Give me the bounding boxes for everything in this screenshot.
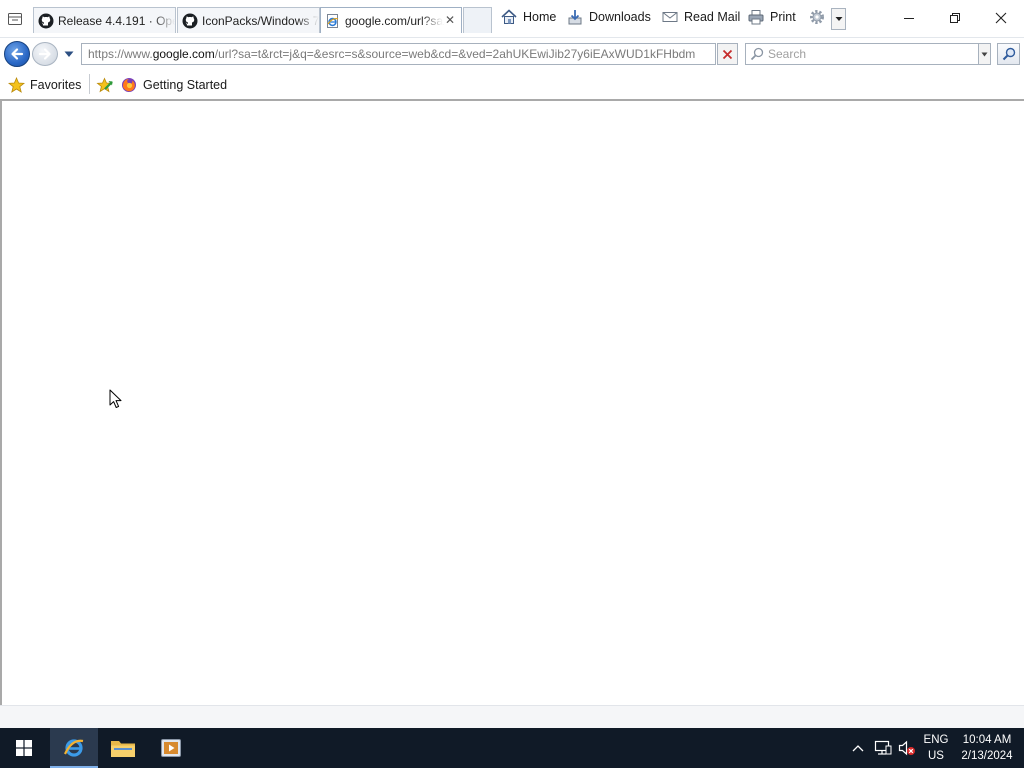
tab-fade bbox=[153, 8, 175, 33]
firefox-icon bbox=[120, 76, 138, 94]
read-mail-label: Read Mail bbox=[684, 10, 741, 24]
favorites-bar: Favorites Getting Started bbox=[0, 70, 1024, 99]
downloads-label: Downloads bbox=[589, 10, 651, 24]
volume-tray-button[interactable] bbox=[896, 738, 918, 758]
close-window-button[interactable] bbox=[978, 0, 1024, 36]
taskbar-internet-explorer[interactable] bbox=[50, 728, 98, 768]
volume-muted-icon bbox=[898, 740, 915, 756]
internet-explorer-icon bbox=[64, 739, 84, 757]
page-content[interactable] bbox=[0, 99, 1024, 705]
stop-button[interactable] bbox=[717, 43, 738, 65]
windows-logo-icon bbox=[16, 740, 32, 756]
title-bar: Release 4.4.191 · Open IconPacks/Windows… bbox=[0, 0, 1024, 37]
print-label: Print bbox=[770, 10, 796, 24]
new-tab-button[interactable] bbox=[463, 7, 492, 33]
chevron-down-icon bbox=[64, 51, 74, 57]
downloads-button[interactable]: Downloads bbox=[566, 6, 651, 28]
navigation-bar: https://www. google.com/url?sa=t&rct=j&q=… bbox=[0, 37, 1024, 70]
add-favorite-icon bbox=[96, 76, 114, 94]
tab-fade bbox=[297, 8, 319, 33]
network-tray-button[interactable] bbox=[872, 738, 894, 758]
chevron-down-icon bbox=[981, 52, 988, 56]
start-button[interactable] bbox=[0, 728, 48, 768]
favorites-button[interactable]: Favorites bbox=[7, 75, 81, 95]
clock-time: 10:04 AM bbox=[962, 734, 1012, 746]
magnifier-icon bbox=[1002, 47, 1015, 61]
mouse-cursor-icon bbox=[109, 389, 122, 408]
chevron-up-icon bbox=[852, 745, 864, 752]
folder-icon bbox=[111, 741, 135, 757]
home-button[interactable]: Home bbox=[500, 6, 556, 28]
close-icon bbox=[995, 12, 1007, 24]
url-host: google.com bbox=[152, 47, 215, 61]
restore-icon bbox=[950, 13, 960, 23]
command-bar-dropdown-button[interactable] bbox=[831, 8, 846, 30]
getting-started-label: Getting Started bbox=[143, 78, 228, 92]
github-icon bbox=[182, 13, 198, 29]
minimize-icon bbox=[904, 18, 914, 19]
home-icon bbox=[500, 8, 518, 26]
show-hidden-icons-button[interactable] bbox=[850, 738, 866, 758]
status-bar bbox=[0, 705, 1024, 728]
ie-page-icon bbox=[325, 13, 341, 29]
star-icon bbox=[7, 76, 25, 94]
chevron-down-icon bbox=[835, 17, 842, 21]
taskbar: ENG US 10:04 AM 2/13/2024 bbox=[0, 728, 1024, 768]
clock-date: 2/13/2024 bbox=[961, 750, 1013, 762]
add-to-favorites-bar-button[interactable] bbox=[96, 75, 119, 95]
taskbar-media-player[interactable] bbox=[147, 728, 195, 768]
getting-started-link[interactable]: Getting Started bbox=[120, 75, 227, 95]
search-provider-dropdown[interactable] bbox=[978, 43, 991, 65]
forward-button[interactable] bbox=[32, 42, 58, 66]
address-bar[interactable]: https://www. google.com/url?sa=t&rct=j&q=… bbox=[81, 43, 716, 65]
tools-button[interactable] bbox=[808, 6, 831, 28]
taskbar-file-explorer[interactable] bbox=[99, 728, 147, 768]
media-player-icon bbox=[161, 739, 181, 757]
network-icon bbox=[874, 740, 892, 755]
tab-iconpacks[interactable]: IconPacks/Windows 7 bbox=[177, 7, 320, 33]
favorites-label: Favorites bbox=[30, 78, 82, 92]
gear-icon bbox=[808, 8, 826, 26]
search-box bbox=[745, 43, 980, 65]
arrow-right-icon bbox=[38, 48, 51, 60]
home-label: Home bbox=[523, 10, 557, 24]
read-mail-button[interactable]: Read Mail bbox=[661, 6, 740, 28]
mail-icon bbox=[661, 8, 679, 26]
restore-button[interactable] bbox=[932, 0, 978, 36]
print-button[interactable]: Print bbox=[747, 6, 796, 28]
printer-icon bbox=[747, 8, 765, 26]
search-button[interactable] bbox=[997, 43, 1020, 65]
favorites-separator bbox=[89, 74, 90, 94]
url-path: /url?sa=t&rct=j&q=&esrc=s&source=web&cd=… bbox=[214, 47, 696, 61]
language-region: US bbox=[928, 750, 944, 762]
taskbar-clock[interactable]: 10:04 AM 2/13/2024 bbox=[955, 731, 1019, 765]
back-button[interactable] bbox=[4, 41, 30, 67]
downloads-icon bbox=[566, 8, 584, 26]
github-icon bbox=[38, 13, 54, 29]
input-language-indicator[interactable]: ENG US bbox=[921, 731, 951, 765]
stop-icon bbox=[722, 49, 733, 59]
tab-list-icon[interactable] bbox=[6, 10, 24, 28]
search-icon bbox=[750, 47, 764, 61]
tab-google-url[interactable]: google.com/url?sa ✕ bbox=[320, 7, 462, 33]
search-input[interactable] bbox=[768, 47, 968, 61]
recent-pages-button[interactable] bbox=[63, 48, 75, 60]
url-scheme: https://www. bbox=[88, 47, 153, 61]
arrow-left-icon bbox=[11, 48, 24, 60]
close-tab-icon[interactable]: ✕ bbox=[443, 13, 457, 27]
tab-fade bbox=[421, 8, 443, 33]
minimize-button[interactable] bbox=[886, 0, 932, 36]
language-code: ENG bbox=[923, 734, 949, 746]
tab-release[interactable]: Release 4.4.191 · Open bbox=[33, 7, 176, 33]
